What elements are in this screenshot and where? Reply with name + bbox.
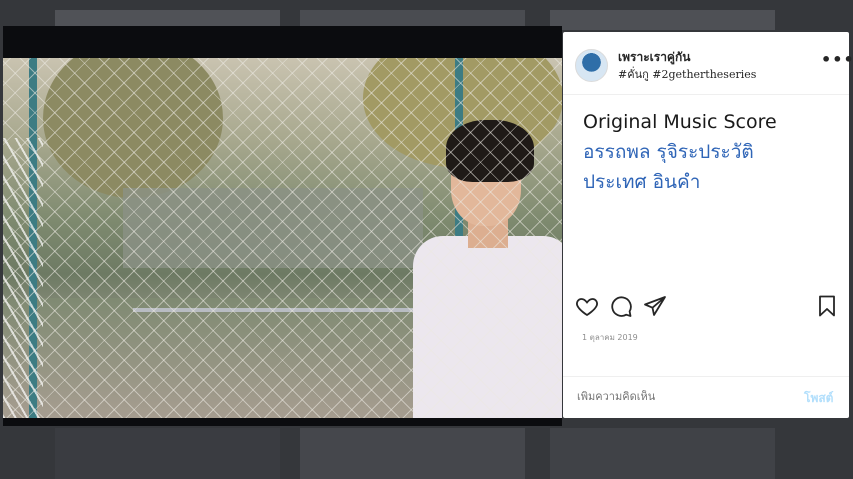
video-frame[interactable]: [3, 58, 562, 418]
more-options-icon[interactable]: •••: [821, 50, 853, 69]
post-media[interactable]: [3, 26, 562, 426]
comment-input[interactable]: [577, 390, 777, 403]
send-icon[interactable]: [643, 294, 667, 318]
hashtag-line[interactable]: #คั่นกู #2gethertheseries: [618, 65, 756, 83]
background-post-tile: [550, 428, 775, 479]
post-caption: Original Music Score อรรถพล รุจิระประวัต…: [583, 107, 833, 197]
post-comment-button[interactable]: โพสต์: [804, 389, 833, 408]
background-post-tile: [300, 428, 525, 479]
post-date[interactable]: 1 ตุลาคม 2019: [582, 331, 638, 344]
background-post-tile: [550, 10, 775, 30]
comment-bar: โพสต์: [563, 376, 849, 419]
caption-line: Original Music Score: [583, 111, 777, 133]
background-post-tile: [55, 428, 280, 479]
heart-icon[interactable]: [575, 294, 599, 318]
fence-mesh: [3, 58, 562, 418]
action-bar: [563, 290, 849, 320]
caption-name-link[interactable]: อรรถพล รุจิระประวัติ: [583, 137, 833, 167]
post-header: เพราะเราคู่กัน #คั่นกู #2gethertheseries…: [563, 32, 853, 95]
avatar[interactable]: [575, 49, 608, 82]
bookmark-icon[interactable]: [815, 294, 839, 318]
post-panel: เพราะเราคู่กัน #คั่นกู #2gethertheseries…: [563, 32, 853, 419]
caption-name-link[interactable]: ประเทศ อินคำ: [583, 167, 833, 197]
comment-icon[interactable]: [609, 294, 633, 318]
